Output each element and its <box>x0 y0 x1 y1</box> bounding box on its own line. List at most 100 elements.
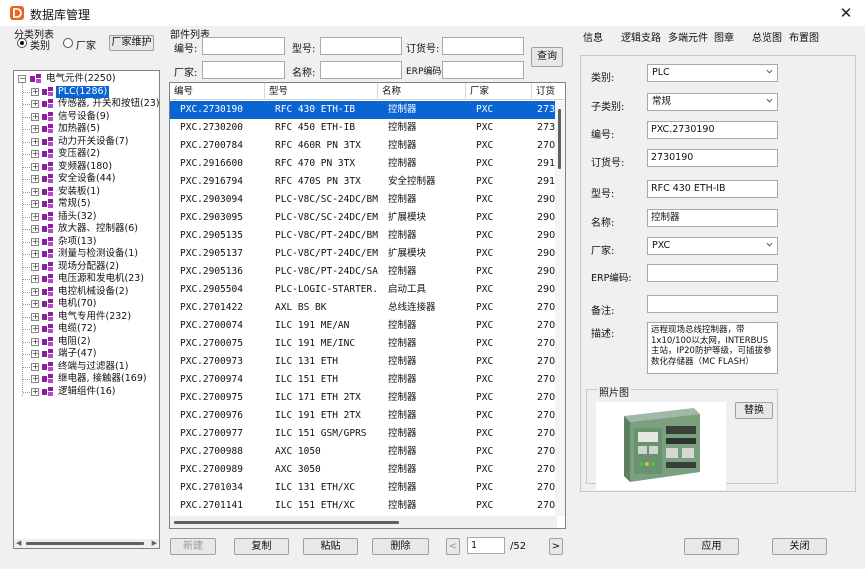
detail-erp-input[interactable] <box>647 264 778 282</box>
detail-vendor-select[interactable]: PXC <box>647 237 778 255</box>
copy-button[interactable]: 复制 <box>234 538 289 555</box>
search-code-input[interactable] <box>202 37 285 55</box>
search-vendor-input[interactable] <box>202 61 285 79</box>
expand-icon[interactable]: + <box>31 387 39 396</box>
radio-category[interactable] <box>17 38 27 48</box>
tab-layout[interactable]: 布置图 <box>789 29 819 44</box>
expand-icon[interactable]: + <box>31 312 39 321</box>
query-button[interactable]: 查询 <box>531 47 563 67</box>
expand-icon[interactable]: + <box>31 350 39 358</box>
table-row[interactable]: PXC.2700975 ILC 171 ETH 2TX 控制器 PXC 270 <box>170 389 565 407</box>
radio-vendor[interactable] <box>63 38 73 48</box>
table-row[interactable]: PXC.2916600 RFC 470 PN 3TX 控制器 PXC 291 <box>170 155 565 173</box>
expand-icon[interactable]: + <box>31 100 39 108</box>
expand-icon[interactable]: + <box>31 250 39 258</box>
expand-icon[interactable]: + <box>31 187 39 196</box>
next-page-button[interactable]: > <box>549 538 563 555</box>
expand-icon[interactable]: + <box>31 212 39 221</box>
table-row[interactable]: PXC.2905135 PLC-V8C/PT-24DC/BM 控制器 PXC 290 <box>170 227 565 245</box>
column-header-name[interactable]: 名称 <box>378 83 466 100</box>
tree-horizontal-scrollbar[interactable]: ◀ ▶ <box>14 539 159 548</box>
prev-page-button[interactable]: < <box>446 538 460 555</box>
table-row[interactable]: PXC.2700075 ILC 191 ME/INC 控制器 PXC 270 <box>170 335 565 353</box>
column-header-model[interactable]: 型号 <box>265 83 378 100</box>
parts-table[interactable]: 编号 型号 名称 厂家 订货 PXC.2730190 RFC 430 ETH-IB… <box>169 82 566 529</box>
column-header-order[interactable]: 订货 <box>532 83 565 100</box>
table-row[interactable]: PXC.2701034 ILC 131 ETH/XC 控制器 PXC 270 <box>170 479 565 497</box>
detail-model-input[interactable]: RFC 430 ETH-IB <box>647 180 778 198</box>
expand-icon[interactable]: + <box>31 112 39 121</box>
expand-icon[interactable]: + <box>31 287 39 296</box>
table-vertical-scrollbar[interactable] <box>555 101 565 516</box>
tab-logic-branch[interactable]: 逻辑支路 <box>621 29 661 44</box>
table-row[interactable]: PXC.2700784 RFC 460R PN 3TX 控制器 PXC 270 <box>170 137 565 155</box>
table-horizontal-scrollbar[interactable] <box>170 516 557 528</box>
detail-note-input[interactable] <box>647 295 778 313</box>
expand-icon[interactable]: + <box>31 237 39 246</box>
column-header-code[interactable]: 编号 <box>170 83 265 100</box>
expand-icon[interactable]: + <box>31 300 39 308</box>
table-row[interactable]: PXC.2916794 RFC 470S PN 3TX 安全控制器 PXC 291 <box>170 173 565 191</box>
expand-icon[interactable]: + <box>31 262 39 271</box>
subcategory-select[interactable]: 常规 <box>647 93 778 111</box>
table-row[interactable]: PXC.2700977 ILC 151 GSM/GPRS 控制器 PXC 270 <box>170 425 565 443</box>
search-order-input[interactable] <box>442 37 524 55</box>
detail-order-input[interactable]: 2730190 <box>647 149 778 167</box>
expand-icon[interactable]: + <box>31 275 39 283</box>
tree-scroll-thumb[interactable] <box>26 542 144 545</box>
collapse-icon[interactable]: − <box>18 75 26 83</box>
tab-multi-terminal[interactable]: 多端元件 <box>668 29 708 44</box>
close-button[interactable]: 关闭 <box>772 538 827 555</box>
table-row[interactable]: PXC.2730190 RFC 430 ETH-IB 控制器 PXC 273 <box>170 101 565 119</box>
scroll-right-icon[interactable]: ▶ <box>152 539 157 547</box>
expand-icon[interactable]: + <box>31 225 39 233</box>
table-row[interactable]: PXC.2905137 PLC-V8C/PT-24DC/EM 扩展模块 PXC 290 <box>170 245 565 263</box>
search-model-input[interactable] <box>320 37 402 55</box>
expand-icon[interactable]: + <box>31 362 39 371</box>
paste-button[interactable]: 粘贴 <box>303 538 358 555</box>
replace-photo-button[interactable]: 替换 <box>735 402 773 419</box>
table-row[interactable]: PXC.2700074 ILC 191 ME/AN 控制器 PXC 270 <box>170 317 565 335</box>
table-row[interactable]: PXC.2903095 PLC-V8C/SC-24DC/EM 扩展模块 PXC 290 <box>170 209 565 227</box>
tab-info[interactable]: 信息 <box>583 29 603 44</box>
tab-overview[interactable]: 总览图 <box>752 29 782 44</box>
table-row[interactable]: PXC.2700973 ILC 131 ETH 控制器 PXC 270 <box>170 353 565 371</box>
search-erp-input[interactable] <box>442 61 524 79</box>
detail-code-input[interactable]: PXC.2730190 <box>647 121 778 139</box>
new-button[interactable]: 新建 <box>170 538 216 555</box>
tab-stamp[interactable]: 图章 <box>714 29 734 44</box>
vendor-maintenance-button[interactable]: 厂家维护 <box>109 35 154 51</box>
expand-icon[interactable]: + <box>31 150 39 158</box>
detail-description-textarea[interactable]: 远程现场总线控制器，带1x10/100以太网，INTERBUS主站，IP20防护… <box>647 322 778 374</box>
expand-icon[interactable]: + <box>31 375 39 383</box>
detail-name-input[interactable]: 控制器 <box>647 209 778 227</box>
table-row[interactable]: PXC.2701141 ILC 151 ETH/XC 控制器 PXC 270 <box>170 497 565 515</box>
category-tree[interactable]: − 电气元件(2250) + PLC(1286) + 传感器, 开关和按钮(23) + 信… <box>13 70 160 549</box>
window-close-button[interactable]: ✕ <box>833 2 859 24</box>
search-name-input[interactable] <box>320 61 402 79</box>
table-row[interactable]: PXC.2700988 AXC 1050 控制器 PXC 270 <box>170 443 565 461</box>
expand-icon[interactable]: + <box>31 325 39 333</box>
page-number-input[interactable]: 1 <box>467 537 505 554</box>
table-scroll-thumb[interactable] <box>558 109 561 169</box>
apply-button[interactable]: 应用 <box>684 538 739 555</box>
expand-icon[interactable]: + <box>31 137 39 146</box>
table-row[interactable]: PXC.2701422 AXL BS BK 总线连接器 PXC 270 <box>170 299 565 317</box>
table-row[interactable]: PXC.2905136 PLC-V8C/PT-24DC/SAM 控制器 PXC 290 <box>170 263 565 281</box>
expand-icon[interactable]: + <box>31 200 39 208</box>
table-row[interactable]: PXC.2700976 ILC 191 ETH 2TX 控制器 PXC 270 <box>170 407 565 425</box>
table-row[interactable]: PXC.2905504 PLC-LOGIC-STARTER... 启动工具 PXC 29… <box>170 281 565 299</box>
expand-icon[interactable]: + <box>31 175 39 183</box>
expand-icon[interactable]: + <box>31 337 39 346</box>
expand-icon[interactable]: + <box>31 87 39 96</box>
table-hscroll-thumb[interactable] <box>174 521 399 524</box>
table-row[interactable]: PXC.2730200 RFC 450 ETH-IB 控制器 PXC 273 <box>170 119 565 137</box>
table-row[interactable]: PXC.2700989 AXC 3050 控制器 PXC 270 <box>170 461 565 479</box>
delete-button[interactable]: 删除 <box>372 538 429 555</box>
category-select[interactable]: PLC <box>647 64 778 82</box>
column-header-vendor[interactable]: 厂家 <box>466 83 532 100</box>
expand-icon[interactable]: + <box>31 125 39 133</box>
expand-icon[interactable]: + <box>31 162 39 171</box>
table-row[interactable]: PXC.2700974 ILC 151 ETH 控制器 PXC 270 <box>170 371 565 389</box>
scroll-left-icon[interactable]: ◀ <box>16 539 21 547</box>
